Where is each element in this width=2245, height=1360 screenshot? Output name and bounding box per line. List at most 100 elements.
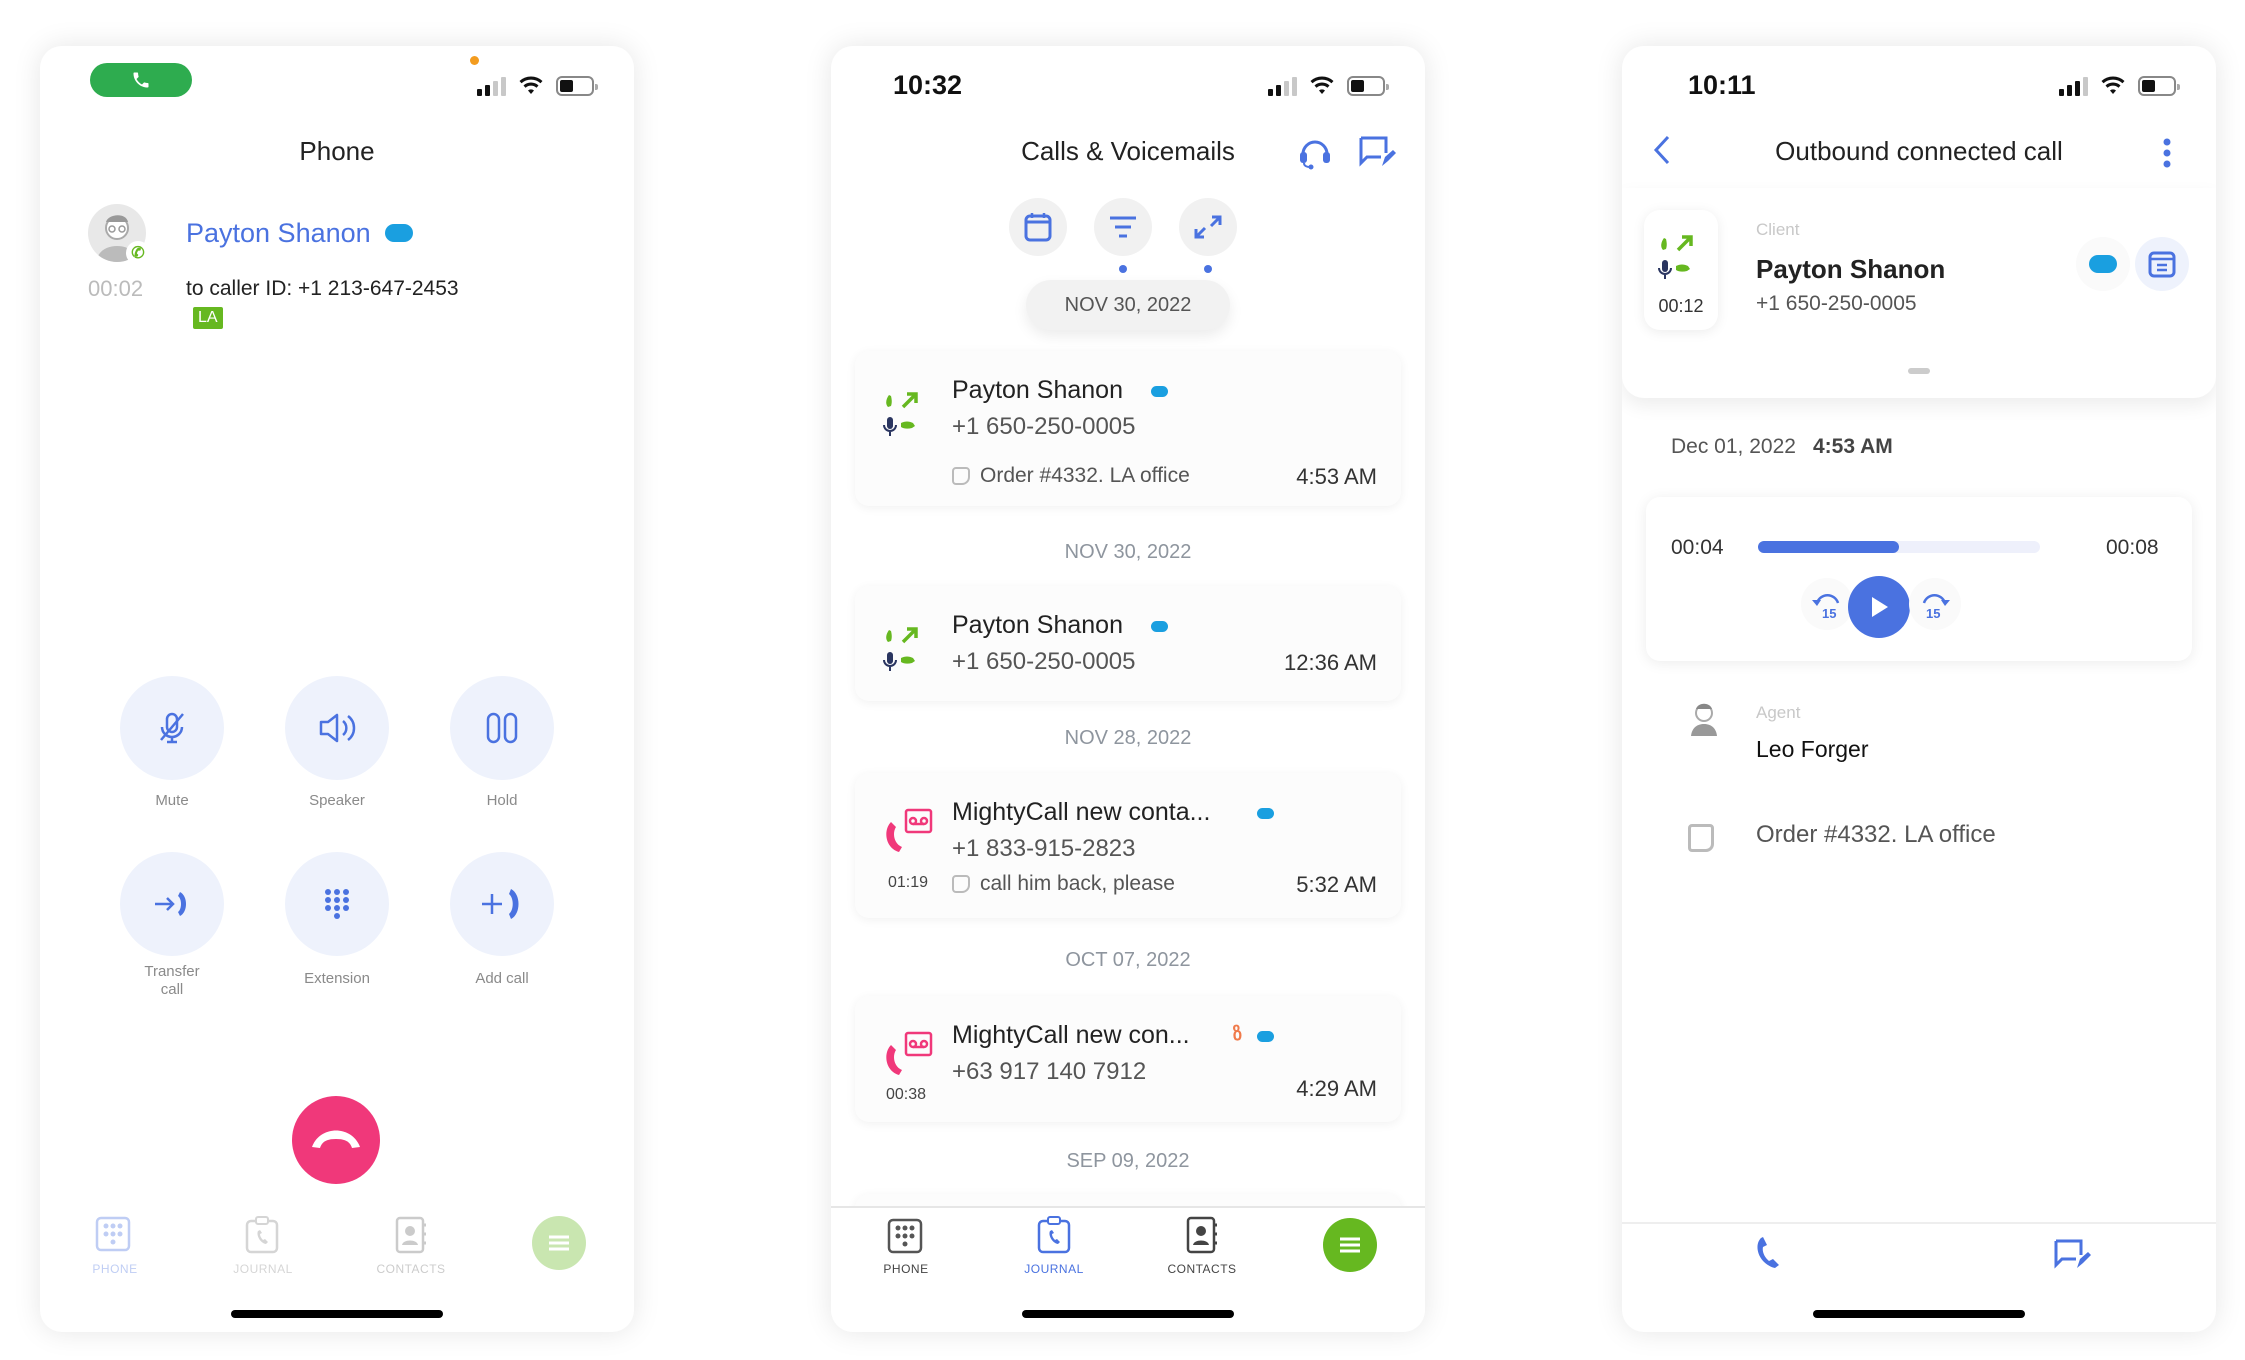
more-options-button[interactable]	[2162, 138, 2172, 168]
call-time: 5:32 AM	[1296, 872, 1377, 897]
voicemail-list-item[interactable]: MightyCall new conta... +1 833-915-2823 …	[855, 773, 1401, 918]
date-separator: OCT 07, 2022	[1065, 949, 1191, 971]
journal-icon	[245, 1216, 279, 1254]
signal-icon	[477, 76, 506, 96]
mute-label: Mute	[155, 792, 189, 809]
player-progress-fill	[1758, 541, 1899, 553]
list-filter-button[interactable]	[1094, 198, 1152, 256]
action-bar	[1622, 1222, 2216, 1224]
contact-name: Payton Shanon	[952, 376, 1123, 404]
page-title: Calls & Voicemails	[1021, 136, 1235, 166]
phone-number: +1 650-250-0005	[952, 413, 1136, 440]
salesforce-icon[interactable]	[385, 224, 413, 242]
salesforce-button[interactable]	[2076, 237, 2130, 291]
tab-contacts-label: CONTACTS	[376, 1262, 446, 1276]
play-button[interactable]	[1848, 576, 1910, 638]
tab-phone-label: PHONE	[883, 1262, 929, 1276]
phone-icon	[1757, 1237, 1779, 1268]
menu-button[interactable]	[1323, 1218, 1377, 1272]
speaker-button[interactable]	[285, 676, 389, 780]
contact-name[interactable]: Payton Shanon	[186, 218, 371, 249]
direction-icon	[1194, 215, 1222, 239]
extension-button[interactable]	[285, 852, 389, 956]
calendar-filter-button[interactable]	[1009, 198, 1067, 256]
phone-icon	[133, 72, 149, 88]
more-vertical-icon	[2163, 138, 2171, 168]
contacts-icon	[395, 1216, 426, 1254]
battery-icon	[556, 76, 598, 96]
skip-forward-button[interactable]: 15	[1909, 578, 1961, 630]
hubspot-icon: ზ	[1233, 1024, 1243, 1044]
tab-contacts[interactable]: CONTACTS	[1147, 1216, 1257, 1288]
tab-phone[interactable]: PHONE	[60, 1216, 170, 1286]
date-separator: NOV 28, 2022	[1064, 727, 1192, 749]
tab-contacts-label: CONTACTS	[1167, 1262, 1237, 1276]
client-card: 00:12 Client Payton Shanon +1 650-250-00…	[1622, 188, 2216, 398]
status-icons	[1268, 76, 1389, 96]
call-note: Order #4332. LA office	[952, 464, 1190, 488]
outbound-connected-icon	[883, 392, 918, 436]
call-date: Dec 01, 2022	[1671, 435, 1796, 458]
call-duration: 00:12	[1658, 296, 1704, 316]
add-call-icon	[482, 889, 519, 919]
note-icon	[952, 467, 970, 485]
player-progress-track[interactable]	[1758, 541, 2040, 553]
status-icons	[477, 76, 598, 96]
tab-journal[interactable]: JOURNAL	[999, 1216, 1109, 1288]
call-note[interactable]: Order #4332. LA office	[1756, 821, 1996, 849]
agent-label: Agent	[1756, 703, 1801, 722]
voicemail-list-item[interactable]: MightyCall new con... ზ +63 917 140 7912…	[855, 996, 1401, 1122]
direction-filter-button[interactable]	[1179, 198, 1237, 256]
task-button[interactable]	[2135, 237, 2189, 291]
voicemail-duration: 01:19	[888, 874, 929, 891]
keypad-tab-icon	[95, 1216, 131, 1252]
client-name: Payton Shanon	[1756, 254, 1946, 284]
end-call-button[interactable]	[292, 1096, 380, 1184]
message-button[interactable]	[2053, 1238, 2091, 1277]
call-back-button[interactable]	[1755, 1236, 1787, 1275]
agent-name: Leo Forger	[1756, 736, 1869, 762]
tab-phone-label: PHONE	[92, 1262, 138, 1276]
add-call-button[interactable]	[450, 852, 554, 956]
call-list-item[interactable]: Payton Shanon +1 650-250-0005 Order #433…	[855, 351, 1401, 506]
extension-label: Extension	[304, 970, 370, 987]
speaker-label: Speaker	[309, 792, 365, 809]
phone-number: +1 650-250-0005	[952, 648, 1136, 675]
tab-phone[interactable]: PHONE	[851, 1218, 961, 1288]
drag-handle[interactable]	[1908, 368, 1930, 374]
headset-button[interactable]	[1297, 134, 1333, 175]
hold-button[interactable]	[450, 676, 554, 780]
wifi-icon	[1310, 76, 1334, 94]
salesforce-icon	[2089, 255, 2117, 273]
battery-icon	[1347, 76, 1389, 96]
hangup-icon	[312, 1130, 360, 1148]
filter-icon	[1110, 216, 1136, 238]
sticky-date-pill: NOV 30, 2022	[1026, 280, 1230, 330]
active-call-pill[interactable]	[90, 63, 192, 97]
recording-player: 00:04 00:08 15 15	[1646, 497, 2192, 661]
wifi-icon	[519, 76, 543, 94]
client-label: Client	[1756, 220, 1800, 239]
skip-back-button[interactable]: 15	[1801, 578, 1853, 630]
note-text: Order #4332. LA office	[980, 464, 1190, 487]
tab-journal-label: JOURNAL	[1024, 1262, 1084, 1276]
date-separator: NOV 30, 2022	[1064, 541, 1192, 563]
compose-button[interactable]	[1358, 134, 1396, 175]
voicemail-duration: 00:38	[886, 1086, 927, 1103]
menu-button[interactable]	[532, 1216, 586, 1270]
signal-icon	[2059, 76, 2088, 96]
home-indicator	[1022, 1310, 1234, 1318]
agent-avatar	[1688, 700, 1720, 736]
transfer-call-button[interactable]	[120, 852, 224, 956]
note-icon	[952, 875, 970, 893]
call-list-item[interactable]: Payton Shanon +1 650-250-0005 12:36 AM	[855, 586, 1401, 701]
tab-journal[interactable]: JOURNAL	[208, 1216, 318, 1286]
call-detail-screen: 10:11 Outbound connected call 00:12 Clie…	[1622, 46, 2216, 1332]
filter-active-dot	[1119, 265, 1127, 273]
mute-button[interactable]	[120, 676, 224, 780]
call-duration: 00:02	[88, 276, 144, 301]
tab-contacts[interactable]: CONTACTS	[356, 1216, 466, 1286]
phone-number: +1 833-915-2823	[952, 835, 1136, 862]
call-time: 12:36 AM	[1284, 650, 1377, 675]
call-type-badge: 00:12	[1644, 210, 1718, 330]
